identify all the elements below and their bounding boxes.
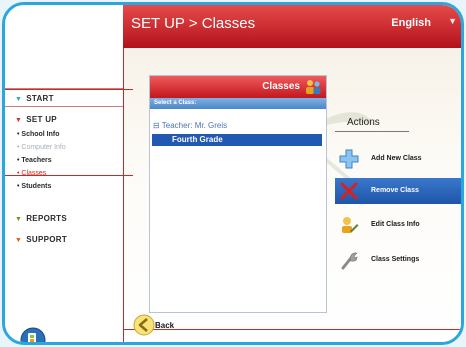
sidebar-item-support[interactable]: ▼ SUPPORT — [15, 235, 67, 244]
edit-user-icon — [342, 217, 359, 233]
add-new-class-button[interactable]: Add New Class — [335, 146, 461, 172]
collapse-icon[interactable]: ⊟ — [153, 121, 160, 130]
sidebar-subitem-students[interactable]: • Students — [17, 183, 51, 190]
edit-class-info-button[interactable]: Edit Class Info — [335, 212, 461, 238]
chevron-down-icon[interactable]: ▼ — [448, 16, 457, 26]
back-arrow-icon — [133, 314, 155, 336]
sidebar-divider — [5, 106, 123, 107]
triangle-down-icon: ▼ — [15, 96, 23, 103]
remove-x-icon — [340, 182, 358, 200]
remove-class-label: Remove Class — [371, 187, 419, 194]
triangle-down-icon: ▼ — [15, 117, 23, 124]
page-title: SET UP > Classes — [131, 15, 256, 32]
back-button[interactable]: Back — [133, 314, 213, 336]
sidebar-subitem-computer-info[interactable]: • Computer Info — [17, 144, 66, 151]
class-settings-label: Class Settings — [371, 256, 420, 263]
sidebar-subitem-teachers[interactable]: • Teachers — [17, 157, 52, 164]
teacher-node[interactable]: ⊟ Teacher: Mr. Greis — [153, 121, 227, 130]
add-new-class-label: Add New Class — [371, 155, 422, 162]
sidebar-accent-line — [5, 89, 133, 90]
app-window: SET UP > Classes English ▼ ▼ START ▼ SET U… — [2, 2, 464, 345]
sidebar-item-reports[interactable]: ▼ REPORTS — [15, 214, 67, 223]
triangle-down-icon: ▼ — [15, 216, 23, 223]
remove-class-button[interactable]: Remove Class — [335, 178, 461, 204]
edit-class-info-label: Edit Class Info — [371, 221, 420, 228]
class-item-selected[interactable]: Fourth Grade — [152, 134, 322, 146]
language-selector[interactable]: English — [391, 17, 431, 29]
class-settings-button[interactable]: Class Settings — [335, 247, 461, 273]
header-bar: SET UP > Classes English ▼ — [123, 5, 461, 48]
sidebar-subitem-school-info[interactable]: • School Info — [17, 131, 60, 138]
sidebar-item-setup[interactable]: ▼ SET UP — [15, 115, 57, 124]
class-tree: ⊟ Teacher: Mr. Greis Fourth Grade — [149, 75, 327, 313]
triangle-down-icon: ▼ — [15, 237, 23, 244]
actions-heading: Actions — [347, 117, 380, 128]
plus-icon — [339, 149, 359, 169]
sidebar-accent-line — [5, 175, 133, 176]
back-label: Back — [155, 321, 175, 330]
sidebar: ▼ START ▼ SET UP • School Info • Computer … — [5, 48, 123, 342]
actions-underline — [335, 131, 409, 132]
sidebar-item-start[interactable]: ▼ START — [15, 94, 54, 103]
app-logo-icon[interactable] — [20, 327, 46, 345]
wrench-icon — [341, 252, 358, 270]
